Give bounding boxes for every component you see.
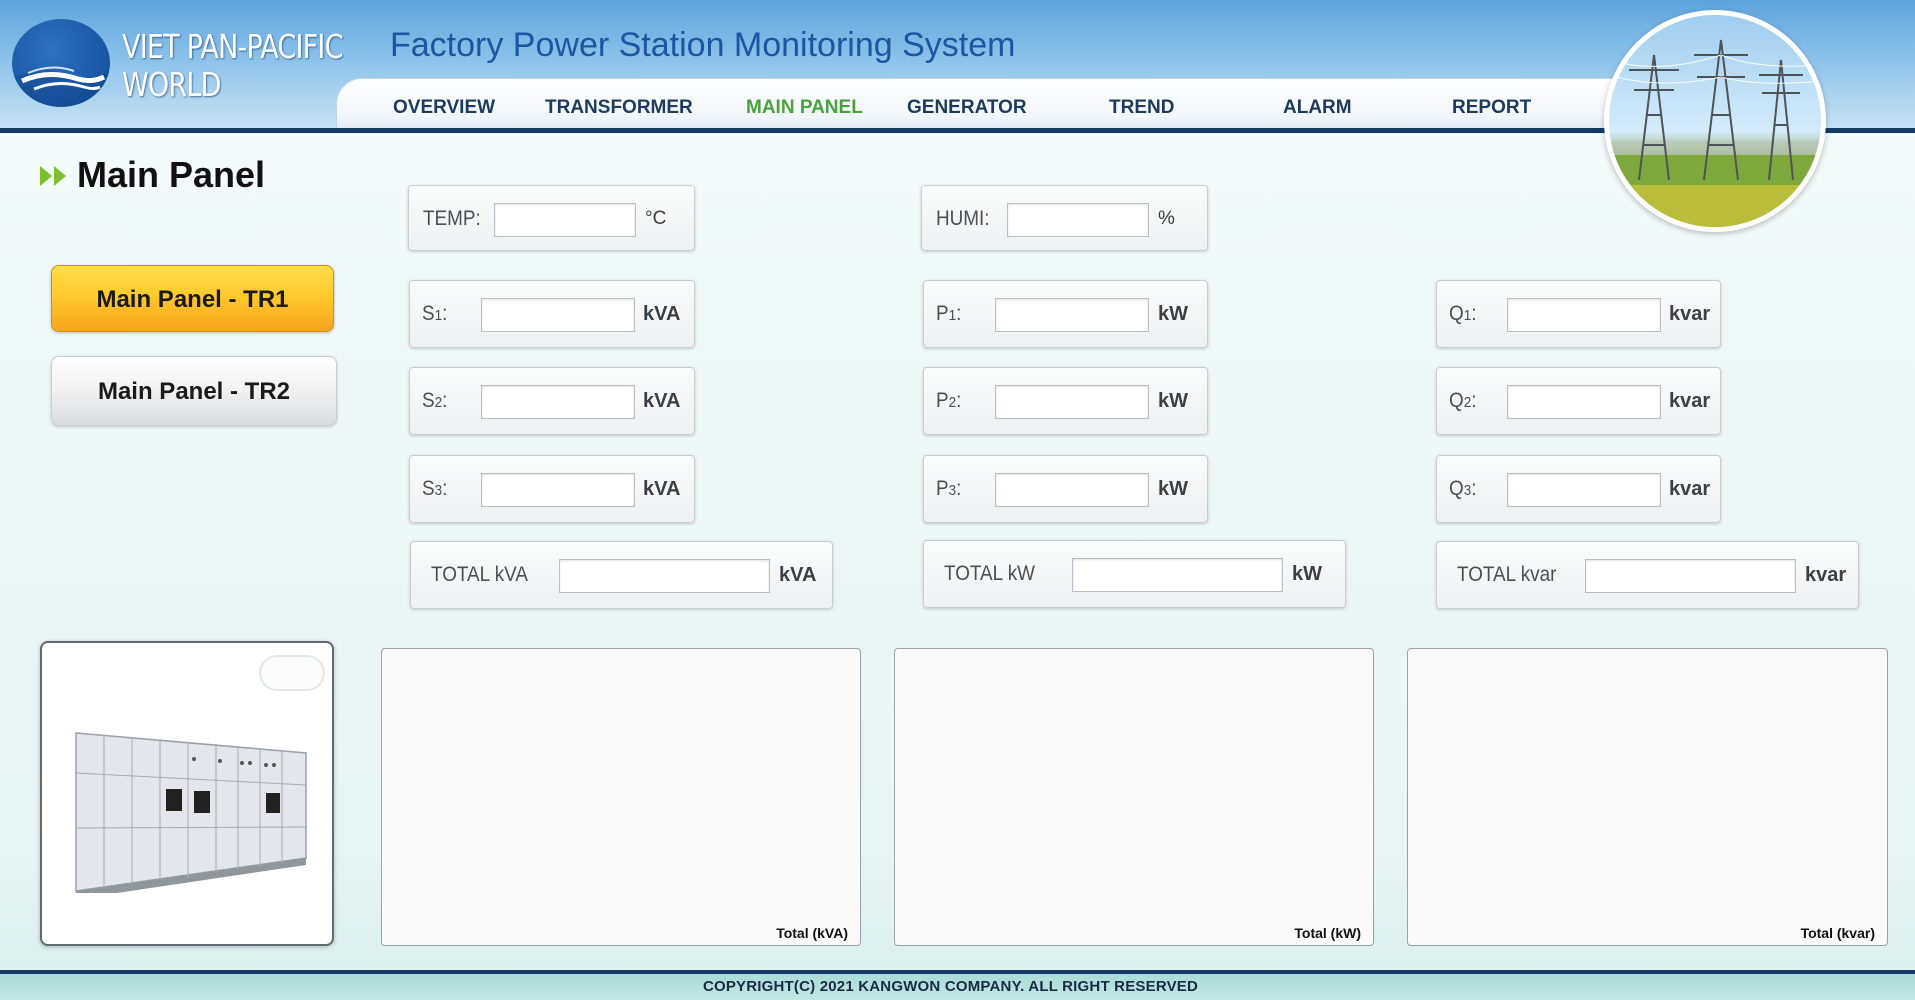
- s2-value-field: [481, 385, 635, 419]
- q3-readout: Q3: kvar: [1436, 455, 1721, 523]
- p3-value-field: [995, 473, 1149, 507]
- nav-alarm[interactable]: ALARM: [1283, 97, 1352, 119]
- temp-readout: TEMP: °C: [408, 185, 695, 251]
- temp-unit: °C: [645, 208, 667, 229]
- switchgear-panel-image: [75, 732, 307, 893]
- total-kvar-chart: Total (kvar): [1407, 648, 1888, 946]
- q3-unit: kvar: [1669, 478, 1711, 500]
- app-title: Factory Power Station Monitoring System: [390, 26, 1016, 64]
- total-kvar-unit: kvar: [1805, 564, 1847, 586]
- temp-label: TEMP:: [423, 207, 481, 230]
- panel-image-card: [40, 641, 334, 946]
- double-chevron-right-icon: [40, 166, 66, 186]
- p1-value-field: [995, 298, 1149, 332]
- total-kw-readout: TOTAL kW kW: [923, 540, 1346, 608]
- s3-readout: S3: kVA: [409, 455, 695, 523]
- total-kva-chart: Total (kVA): [381, 648, 861, 946]
- q1-readout: Q1: kvar: [1436, 280, 1721, 348]
- q2-label: Q2:: [1449, 389, 1477, 412]
- p1-readout: P1: kW: [923, 280, 1208, 348]
- nav-transformer[interactable]: TRANSFORMER: [545, 97, 693, 119]
- p3-label: P3:: [936, 477, 962, 500]
- brand-line-2: WORLD: [122, 65, 222, 104]
- total-kw-chart-caption: Total (kW): [1294, 925, 1361, 941]
- s3-unit: kVA: [643, 478, 681, 500]
- q2-unit: kvar: [1669, 390, 1711, 412]
- s2-label: S2:: [422, 389, 448, 412]
- total-kvar-value-field: [1585, 559, 1796, 593]
- total-kw-unit: kW: [1292, 563, 1322, 585]
- image-toggle[interactable]: [259, 655, 325, 691]
- total-kvar-readout: TOTAL kvar kvar: [1436, 541, 1859, 609]
- nav-generator[interactable]: GENERATOR: [907, 97, 1027, 119]
- s2-readout: S2: kVA: [409, 367, 695, 435]
- page-title: Main Panel: [77, 154, 266, 195]
- total-kvar-chart-caption: Total (kvar): [1800, 925, 1875, 941]
- s1-value-field: [481, 298, 635, 332]
- p2-unit: kW: [1158, 390, 1188, 412]
- s1-unit: kVA: [643, 303, 681, 325]
- total-kva-value-field: [559, 559, 770, 593]
- s1-readout: S1: kVA: [409, 280, 695, 348]
- total-kw-label: TOTAL kW: [944, 562, 1036, 585]
- total-kw-chart: Total (kW): [894, 648, 1374, 946]
- s1-label: S1:: [422, 302, 448, 325]
- total-kw-value-field: [1072, 558, 1283, 592]
- s3-value-field: [481, 473, 635, 507]
- temp-value-field: [494, 203, 636, 237]
- copyright-text: COPYRIGHT(C) 2021 KANGWON COMPANY. ALL R…: [702, 978, 1199, 995]
- humi-label: HUMI:: [936, 207, 990, 230]
- s3-label: S3:: [422, 477, 448, 500]
- total-kva-readout: TOTAL kVA kVA: [410, 541, 833, 609]
- q1-label: Q1:: [1449, 302, 1477, 325]
- total-kva-unit: kVA: [779, 564, 817, 586]
- p2-label: P2:: [936, 389, 962, 412]
- nav-report[interactable]: REPORT: [1452, 97, 1531, 119]
- q3-label: Q3:: [1449, 477, 1477, 500]
- p3-unit: kW: [1158, 478, 1188, 500]
- main-panel-tr2-button[interactable]: Main Panel - TR2: [51, 356, 337, 426]
- nav-overview[interactable]: OVERVIEW: [393, 97, 495, 119]
- nav-main-panel[interactable]: MAIN PANEL: [746, 97, 863, 119]
- p3-readout: P3: kW: [923, 455, 1208, 523]
- humi-value-field: [1007, 203, 1149, 237]
- total-kva-chart-caption: Total (kVA): [776, 925, 848, 941]
- main-nav: OVERVIEW TRANSFORMER MAIN PANEL GENERATO…: [336, 78, 1656, 130]
- humi-readout: HUMI: %: [921, 185, 1208, 251]
- p1-label: P1:: [936, 302, 962, 325]
- power-tower-photo: [1604, 10, 1826, 232]
- nav-trend[interactable]: TREND: [1109, 97, 1174, 119]
- wave-logo-icon: [12, 19, 110, 107]
- brand-line-1: VIET PAN-PACIFIC: [122, 27, 343, 66]
- p2-readout: P2: kW: [923, 367, 1208, 435]
- brand-logo-text: VIET PAN-PACIFIC WORLD: [122, 28, 343, 104]
- total-kvar-label: TOTAL kvar: [1457, 563, 1557, 586]
- q2-readout: Q2: kvar: [1436, 367, 1721, 435]
- main-panel-tr1-button[interactable]: Main Panel - TR1: [51, 265, 334, 332]
- p1-unit: kW: [1158, 303, 1188, 325]
- total-kva-label: TOTAL kVA: [431, 563, 528, 586]
- q1-unit: kvar: [1669, 303, 1711, 325]
- q2-value-field: [1507, 385, 1661, 419]
- humi-unit: %: [1158, 208, 1175, 229]
- p2-value-field: [995, 385, 1149, 419]
- s2-unit: kVA: [643, 390, 681, 412]
- q3-value-field: [1507, 473, 1661, 507]
- q1-value-field: [1507, 298, 1661, 332]
- footer: COPYRIGHT(C) 2021 KANGWON COMPANY. ALL R…: [0, 974, 1915, 1000]
